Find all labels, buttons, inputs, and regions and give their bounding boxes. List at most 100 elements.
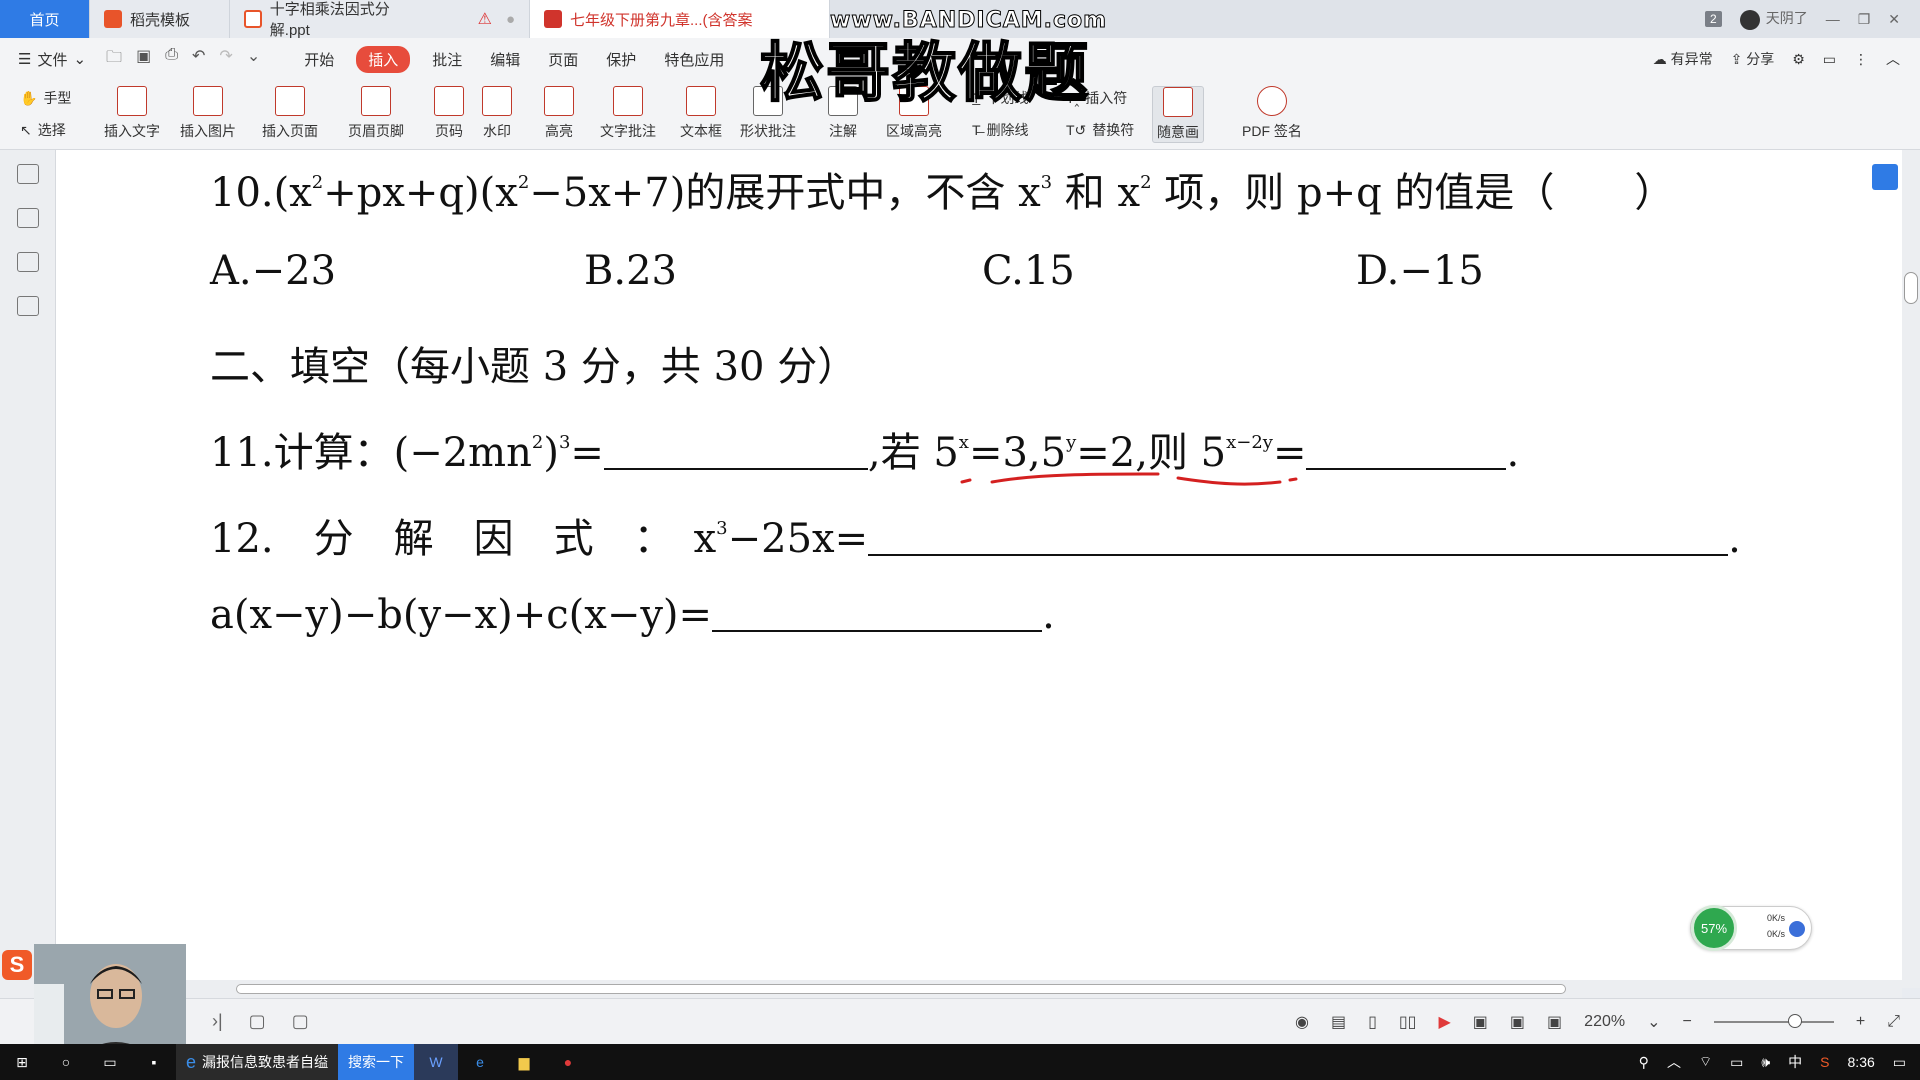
- file-explorer-icon[interactable]: ▆: [502, 1044, 546, 1080]
- continuous-view-icon[interactable]: ▤: [1331, 1012, 1346, 1032]
- tab-ppt[interactable]: 十字相乘法因式分解.ppt ⚠ ●: [230, 0, 530, 39]
- menu-start[interactable]: 开始: [290, 49, 348, 70]
- more-icon[interactable]: ⋮: [1854, 51, 1868, 68]
- menu-protect[interactable]: 保护: [592, 49, 650, 70]
- zoom-dropdown-icon[interactable]: ⌄: [1647, 1012, 1660, 1032]
- actual-size-icon[interactable]: ▣: [1473, 1012, 1488, 1032]
- more-chevron-icon[interactable]: ⌄: [247, 46, 260, 73]
- q11-part: .: [1506, 430, 1520, 476]
- horizontal-scrollbar[interactable]: [56, 980, 1902, 998]
- menu-edit[interactable]: 编辑: [476, 49, 534, 70]
- annotation-list-icon[interactable]: [16, 252, 39, 272]
- wifi-icon[interactable]: ⌔: [1699, 1053, 1712, 1071]
- zoom-out-icon[interactable]: −: [1683, 1013, 1692, 1031]
- outline-icon[interactable]: [16, 164, 39, 184]
- restore-icon[interactable]: ❐: [1858, 11, 1871, 28]
- select-tool-button[interactable]: ↖ 选择: [20, 120, 66, 140]
- zoom-in-icon[interactable]: +: [1856, 1013, 1865, 1031]
- anomaly-button[interactable]: ☁ 有异常: [1653, 49, 1713, 69]
- network-speed-widget[interactable]: 57% 0K/s 0K/s: [1690, 905, 1812, 951]
- zoom-slider[interactable]: [1713, 1013, 1834, 1028]
- cortana-icon[interactable]: ○: [44, 1044, 88, 1080]
- horizontal-scroll-thumb[interactable]: [236, 984, 1566, 994]
- vertical-scrollbar[interactable]: [1902, 150, 1920, 988]
- menu-page[interactable]: 页面: [534, 49, 592, 70]
- two-page-icon[interactable]: ▯▯: [1399, 1012, 1417, 1032]
- clock[interactable]: 8:36: [1848, 1054, 1875, 1070]
- notification-icon[interactable]: ▭: [1893, 1054, 1906, 1071]
- highlight-button[interactable]: 高亮: [544, 86, 574, 141]
- q11-sup: y: [1066, 432, 1077, 453]
- minimize-icon[interactable]: —: [1826, 11, 1840, 27]
- attachment-icon[interactable]: [16, 296, 39, 316]
- q12b-part: .: [1042, 592, 1055, 638]
- tab-template[interactable]: 稻壳模板: [90, 0, 230, 38]
- insert-text-button[interactable]: 插入文字: [104, 86, 160, 141]
- freehand-button[interactable]: 随意画: [1152, 86, 1204, 143]
- volume-icon[interactable]: 🕪: [1761, 1054, 1770, 1071]
- bandicam-icon[interactable]: ●: [546, 1044, 590, 1080]
- single-page-icon[interactable]: ▯: [1368, 1012, 1377, 1032]
- undo-icon[interactable]: ↶: [192, 46, 205, 73]
- speedup-icon[interactable]: [1789, 921, 1805, 937]
- sogou-ime-icon[interactable]: S: [2, 950, 32, 980]
- shape-comment-label: 形状批注: [740, 123, 796, 139]
- task-view-icon[interactable]: ▭: [88, 1044, 132, 1080]
- last-page-icon[interactable]: ›|: [212, 1011, 223, 1032]
- zoom-slider-knob[interactable]: [1787, 1013, 1802, 1028]
- insert-page-button[interactable]: 插入页面: [262, 86, 318, 141]
- rotate-page-icon[interactable]: ▢: [249, 1011, 266, 1032]
- share-button[interactable]: ⇪ 分享: [1731, 49, 1775, 69]
- answer-blank: [712, 598, 1043, 632]
- tab-home-label: 首页: [29, 11, 60, 29]
- window-count-badge[interactable]: 2: [1705, 11, 1722, 27]
- eye-protection-icon[interactable]: ◉: [1295, 1012, 1309, 1032]
- text-comment-button[interactable]: 文字批注: [600, 86, 656, 141]
- windows-start-icon[interactable]: ⊞: [0, 1044, 44, 1080]
- fit-width-icon[interactable]: ▣: [1547, 1012, 1562, 1032]
- fit-page-icon[interactable]: ▣: [1510, 1012, 1525, 1032]
- network-icon[interactable]: ▭: [1730, 1054, 1743, 1071]
- zoom-level[interactable]: 220%: [1584, 1013, 1625, 1031]
- search-button[interactable]: 搜索一下: [338, 1044, 415, 1080]
- header-footer-button[interactable]: 页眉页脚: [348, 86, 404, 141]
- tab-home[interactable]: 首页: [0, 0, 90, 38]
- watermark-button[interactable]: 水印: [482, 86, 512, 141]
- wps-icon[interactable]: W: [414, 1044, 459, 1080]
- menu-annotate[interactable]: 批注: [418, 49, 476, 70]
- file-menu[interactable]: ☰ 文件 ⌄: [0, 49, 86, 70]
- menu-insert[interactable]: 插入: [356, 45, 411, 73]
- save-icon[interactable]: ▣: [136, 46, 151, 73]
- open-folder-icon[interactable]: 🗀: [106, 46, 122, 73]
- menu-special[interactable]: 特色应用: [650, 49, 738, 70]
- close-icon[interactable]: ✕: [1888, 11, 1900, 28]
- play-icon[interactable]: ▶: [1438, 1012, 1450, 1032]
- page-copy-icon[interactable]: ▢: [292, 1011, 309, 1032]
- option-c: C.15: [982, 248, 1075, 294]
- people-icon[interactable]: ⚲: [1639, 1054, 1649, 1071]
- floating-tool-icon[interactable]: [1872, 164, 1898, 190]
- textbox-button[interactable]: 文本框: [680, 86, 722, 141]
- collapse-ribbon-icon[interactable]: ︿: [1886, 49, 1900, 69]
- redo-icon[interactable]: ↷: [219, 46, 232, 73]
- hand-tool-button[interactable]: ✋ 手型: [20, 88, 71, 108]
- page-number-button[interactable]: 页码: [434, 86, 464, 141]
- insert-image-button[interactable]: 插入图片: [180, 86, 236, 141]
- sogou-tray-icon[interactable]: S: [1820, 1054, 1829, 1070]
- thumbnail-icon[interactable]: [16, 208, 39, 228]
- news-item[interactable]: e 漏报信息致患者自缢: [176, 1044, 339, 1080]
- replace-mark-button[interactable]: T↺ 替换符: [1066, 120, 1134, 140]
- app-icon[interactable]: ▪: [132, 1044, 176, 1080]
- settings-icon[interactable]: ⚙: [1792, 51, 1805, 68]
- show-hidden-icons-icon[interactable]: ︿: [1667, 1052, 1681, 1072]
- comment-icon[interactable]: ▭: [1823, 51, 1836, 68]
- fullscreen-icon[interactable]: ⤢: [1887, 1013, 1900, 1031]
- strikethrough-button[interactable]: T̶ 删除线: [972, 120, 1029, 140]
- ie-icon[interactable]: e: [458, 1044, 502, 1080]
- user-account[interactable]: 天阴了: [1739, 8, 1808, 30]
- option-a: A.−23: [210, 248, 337, 294]
- vertical-scroll-thumb[interactable]: [1904, 272, 1918, 304]
- pdf-sign-button[interactable]: PDF 签名: [1242, 86, 1302, 141]
- ime-indicator[interactable]: 中: [1788, 1052, 1802, 1072]
- print-icon[interactable]: ⎙: [165, 46, 178, 73]
